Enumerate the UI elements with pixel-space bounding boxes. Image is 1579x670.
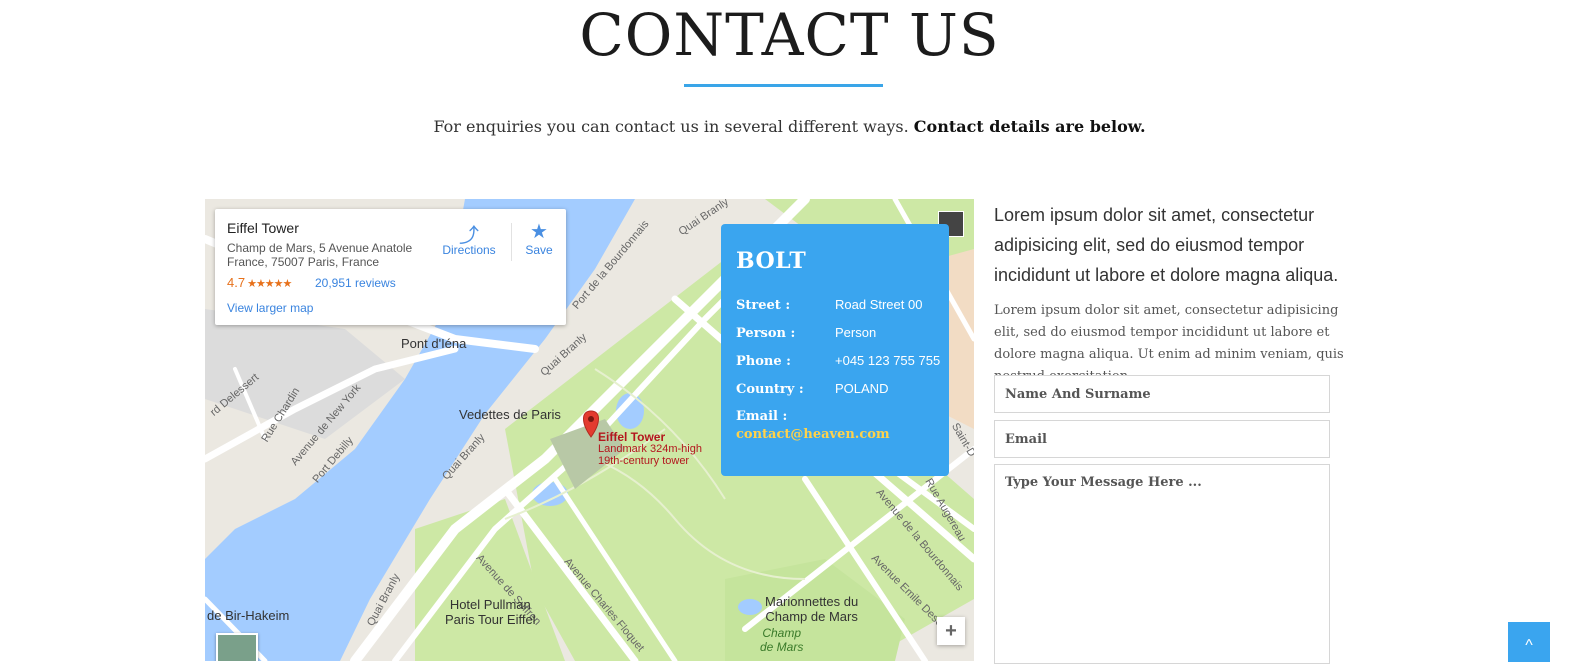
zoom-in-button[interactable]: +: [937, 617, 965, 645]
eiffel-tower-marker-label[interactable]: Eiffel Tower Landmark 324m-high 19th-cen…: [598, 431, 702, 467]
country-key: Country :: [736, 382, 804, 397]
page-title: CONTACT US: [579, 1, 1000, 69]
intro-bold: Contact details are below.: [913, 117, 1146, 136]
person-key: Person :: [736, 326, 796, 341]
view-larger-map-link[interactable]: View larger map: [227, 301, 313, 315]
company-name: BOLT: [736, 248, 807, 274]
place-title: Eiffel Tower: [227, 220, 299, 236]
title-underline: [684, 84, 883, 87]
map-label-hotel-pullman: Hotel Pullman Paris Tour Eiffel: [445, 597, 536, 627]
star-icon: ★: [530, 221, 548, 243]
name-field[interactable]: [994, 375, 1330, 413]
email-row: Email :: [736, 409, 946, 424]
save-button[interactable]: ★ Save: [517, 219, 561, 257]
champ-line2: de Mars: [760, 640, 804, 654]
map-label-vedettes: Vedettes de Paris: [459, 407, 561, 422]
country-value: POLAND: [835, 381, 889, 396]
map-label-champ-de-mars: Champ de Mars: [760, 626, 803, 654]
email-key: Email :: [736, 409, 788, 424]
rating-stars-icon: ★★★★★: [247, 278, 292, 290]
save-label: Save: [525, 243, 553, 257]
poi-title: Eiffel Tower: [598, 430, 666, 444]
marionnettes-line2: Champ de Mars: [765, 609, 858, 624]
place-address: Champ de Mars, 5 Avenue Anatole France, …: [227, 241, 413, 269]
phone-row: Phone : +045 123 755 755: [736, 353, 946, 369]
message-field[interactable]: [994, 464, 1330, 664]
phone-value: +045 123 755 755: [835, 353, 941, 368]
reviews-link[interactable]: 20,951 reviews: [315, 276, 396, 290]
street-key: Street :: [736, 298, 791, 313]
map-label-marionnettes: Marionnettes du Champ de Mars: [765, 594, 858, 624]
scroll-top-button[interactable]: ^: [1508, 622, 1550, 662]
contact-heading: Lorem ipsum dolor sit amet, consectetur …: [994, 205, 1339, 285]
phone-key: Phone :: [736, 354, 791, 369]
directions-button[interactable]: ⤴ Directions: [441, 219, 497, 257]
poi-sub2: 19th-century tower: [598, 455, 690, 467]
hotel-pullman-line2: Paris Tour Eiffel: [445, 612, 536, 627]
map-label-bir-hakeim: de Bir-Hakeim: [207, 608, 290, 623]
champ-line1: Champ: [762, 626, 802, 640]
street-value: Road Street 00: [835, 297, 923, 312]
satellite-thumbnail[interactable]: [216, 633, 258, 661]
marionnettes-line1: Marionnettes du: [765, 594, 859, 609]
person-row: Person : Person: [736, 325, 946, 341]
map-label-pont-iena: Pont d'Iéna: [401, 336, 467, 351]
person-value: Person: [835, 325, 877, 340]
email-link[interactable]: contact@heaven.com: [736, 427, 890, 442]
place-rating: 4.7 ★★★★★: [227, 275, 292, 290]
intro-text: For enquiries you can contact us in seve…: [0, 117, 1579, 136]
poi-sub1: Landmark 324m-high: [598, 443, 702, 455]
rating-value: 4.7: [227, 275, 246, 290]
country-row: Country : POLAND: [736, 381, 946, 397]
card-divider: [511, 223, 512, 261]
place-card: Eiffel Tower Champ de Mars, 5 Avenue Ana…: [215, 209, 566, 325]
chevron-up-icon: ^: [1525, 637, 1533, 654]
street-row: Street : Road Street 00: [736, 297, 946, 313]
intro-plain: For enquiries you can contact us in seve…: [433, 117, 909, 136]
hotel-pullman-line1: Hotel Pullman: [449, 597, 531, 612]
directions-icon: ⤴: [459, 225, 479, 247]
contact-info-card: BOLT Street : Road Street 00 Person : Pers…: [721, 224, 949, 476]
email-field[interactable]: [994, 420, 1330, 458]
directions-label: Directions: [442, 243, 496, 257]
